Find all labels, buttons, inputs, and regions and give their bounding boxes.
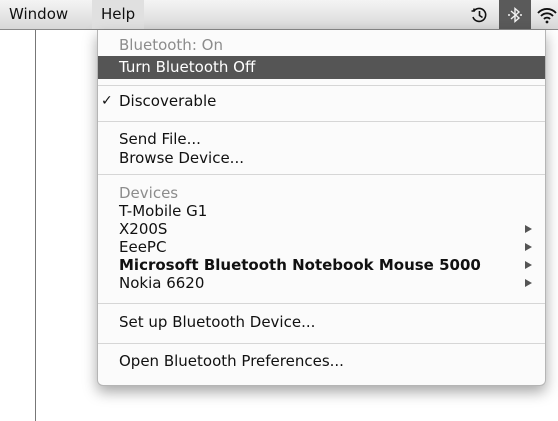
- bluetooth-menu: Bluetooth: On Turn Bluetooth Off ✓ Disco…: [97, 30, 546, 386]
- menu-bar: Window Help: [0, 0, 558, 30]
- wifi-icon[interactable]: [533, 0, 558, 29]
- checkmark-icon: ✓: [101, 93, 113, 109]
- menu-window[interactable]: Window: [0, 0, 77, 29]
- menu-separator: [98, 174, 545, 175]
- submenu-arrow-icon: [525, 243, 532, 251]
- menu-separator: [98, 303, 545, 304]
- device-item-t-mobile-g1[interactable]: T-Mobile G1: [98, 202, 545, 221]
- time-machine-icon[interactable]: [465, 0, 493, 29]
- device-item-nokia-6620[interactable]: Nokia 6620: [98, 274, 545, 293]
- menu-separator: [98, 121, 545, 122]
- submenu-arrow-icon: [525, 279, 532, 287]
- devices-header: Devices: [119, 184, 179, 202]
- send-file-item[interactable]: Send File...: [98, 130, 545, 149]
- background-window-edge: [0, 30, 36, 421]
- discoverable-item[interactable]: ✓ Discoverable: [98, 92, 545, 111]
- setup-bluetooth-device-item[interactable]: Set up Bluetooth Device...: [98, 313, 545, 332]
- device-item-x200s[interactable]: X200S: [98, 220, 545, 239]
- bluetooth-status-header: Bluetooth: On: [119, 36, 223, 54]
- menu-help[interactable]: Help: [92, 0, 145, 29]
- submenu-arrow-icon: [525, 261, 532, 269]
- browse-device-item[interactable]: Browse Device...: [98, 149, 545, 168]
- menu-separator: [98, 85, 545, 86]
- bluetooth-icon[interactable]: [499, 0, 531, 29]
- turn-bluetooth-off-item[interactable]: Turn Bluetooth Off: [98, 56, 545, 79]
- open-bluetooth-preferences-item[interactable]: Open Bluetooth Preferences...: [98, 352, 545, 371]
- menu-separator: [98, 343, 545, 344]
- submenu-arrow-icon: [525, 225, 532, 233]
- device-item-microsoft-mouse[interactable]: Microsoft Bluetooth Notebook Mouse 5000: [98, 256, 545, 275]
- device-item-eeepc[interactable]: EeePC: [98, 238, 545, 257]
